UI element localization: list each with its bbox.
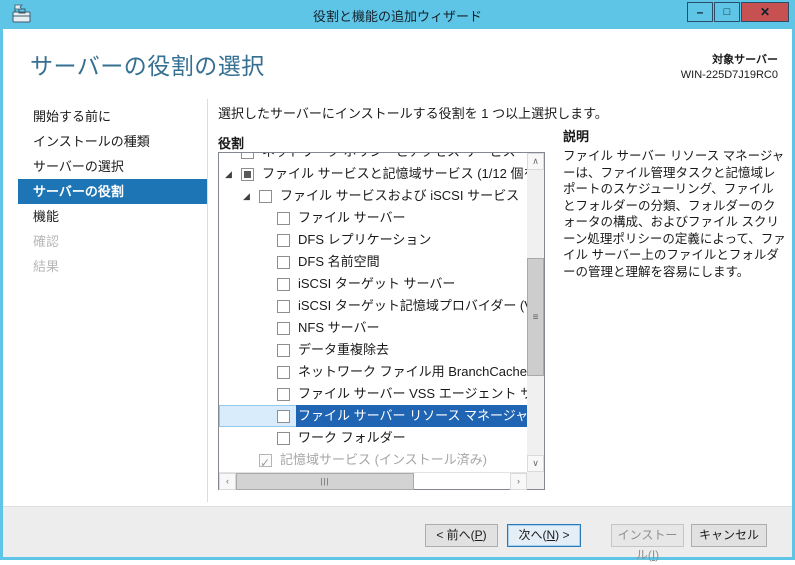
tree-item-label: データ重複除去 <box>296 339 391 361</box>
checkbox[interactable] <box>277 388 290 401</box>
next-button[interactable]: 次へ(N) > <box>507 524 581 547</box>
horizontal-scrollbar-thumb[interactable]: ||| <box>236 473 414 490</box>
wizard-body: サーバーの役割の選択 対象サーバー WIN-225D7J19RC0 開始する前に… <box>3 29 792 557</box>
tree-item-label: DFS レプリケーション <box>296 229 433 251</box>
tree-item[interactable]: NFS サーバー <box>219 317 527 339</box>
cancel-button[interactable]: キャンセル <box>691 524 767 547</box>
tree-item[interactable]: iSCSI ターゲット サーバー <box>219 273 527 295</box>
roles-tree-listbox: ネットワーク ポリシーとアクセス サービス◢ファイル サービスと記憶域サービス … <box>218 152 545 490</box>
tree-item-label: ファイル サービスおよび iSCSI サービス <box>278 185 521 207</box>
tree-item-label: iSCSI ターゲット記憶域プロバイダー (VDS およ <box>296 295 527 317</box>
checkbox[interactable] <box>277 322 290 335</box>
tree-item-label: ファイル サーバー リソース マネージャー <box>296 405 527 427</box>
target-server-block: 対象サーバー WIN-225D7J19RC0 <box>681 51 778 81</box>
maximize-button[interactable]: □ <box>714 2 740 22</box>
checkbox[interactable] <box>241 168 254 181</box>
tree-item-label: 記憶域サービス (インストール済み) <box>278 449 489 471</box>
tree-item[interactable]: ネットワーク ファイル用 BranchCache <box>219 361 527 383</box>
checkbox[interactable] <box>277 432 290 445</box>
expander-icon[interactable]: ◢ <box>243 185 259 207</box>
tree-item[interactable]: DFS 名前空間 <box>219 251 527 273</box>
tree-item[interactable]: データ重複除去 <box>219 339 527 361</box>
sidebar-item-server-roles[interactable]: サーバーの役割 <box>18 179 208 204</box>
tree-item-label: ファイル サーバー <box>296 207 407 229</box>
page-title: サーバーの役割の選択 <box>30 47 265 81</box>
tree-item-label: ネットワーク ファイル用 BranchCache <box>296 361 527 383</box>
back-button[interactable]: < 前へ(P) <box>425 524 498 547</box>
tree-item[interactable]: DFS レプリケーション <box>219 229 527 251</box>
window-title: 役割と機能の追加ウィザード <box>0 6 795 25</box>
tree-item-label: ネットワーク ポリシーとアクセス サービス <box>260 153 518 163</box>
scroll-right-button[interactable]: › <box>510 473 527 490</box>
tree-item[interactable]: ◢ ファイル サービスと記憶域サービス (1/12 個をインストー <box>219 163 527 185</box>
tree-item[interactable]: ファイル サーバー VSS エージェント サービス <box>219 383 527 405</box>
checkbox[interactable] <box>277 344 290 357</box>
description-text: ファイル サーバー リソース マネージャーは、ファイル管理タスクと記憶域レポート… <box>563 148 786 280</box>
tree-item[interactable]: iSCSI ターゲット記憶域プロバイダー (VDS およ <box>219 295 527 317</box>
sidebar-item-server-selection[interactable]: サーバーの選択 <box>18 154 208 179</box>
wizard-steps-nav: 開始する前にインストールの種類サーバーの選択サーバーの役割機能確認結果 <box>18 104 208 279</box>
checkbox[interactable] <box>259 454 272 467</box>
scrollbar-corner <box>527 472 544 489</box>
close-button[interactable]: ✕ <box>741 2 789 22</box>
target-server-name: WIN-225D7J19RC0 <box>681 69 778 81</box>
wizard-window: 役割と機能の追加ウィザード – □ ✕ サーバーの役割の選択 対象サーバー WI… <box>0 0 795 560</box>
tree-item-label: ファイル サーバー VSS エージェント サービス <box>296 383 527 405</box>
horizontal-scrollbar[interactable]: ‹ ||| › <box>219 472 527 489</box>
tree-item-label: ワーク フォルダー <box>296 427 408 449</box>
checkbox[interactable] <box>277 212 290 225</box>
install-button[interactable]: インストール(I) <box>611 524 684 547</box>
checkbox[interactable] <box>277 410 290 423</box>
vertical-scrollbar-thumb[interactable]: ≡ <box>527 258 544 376</box>
sidebar-item-results: 結果 <box>18 254 208 279</box>
tree-item-label: DFS 名前空間 <box>296 251 382 273</box>
sidebar-item-install-type[interactable]: インストールの種類 <box>18 129 208 154</box>
scroll-left-button[interactable]: ‹ <box>219 473 236 490</box>
tree-item[interactable]: ファイル サーバー <box>219 207 527 229</box>
tree-item[interactable]: ◢ ファイル サービスおよび iSCSI サービス <box>219 185 527 207</box>
checkbox[interactable] <box>277 278 290 291</box>
roles-label: 役割 <box>218 133 244 152</box>
tree-item[interactable]: 記憶域サービス (インストール済み) <box>219 449 527 471</box>
checkbox[interactable] <box>277 300 290 313</box>
sidebar-item-before-begin[interactable]: 開始する前に <box>18 104 208 129</box>
expander-icon[interactable]: ◢ <box>225 163 241 185</box>
checkbox[interactable] <box>277 234 290 247</box>
checkbox[interactable] <box>277 366 290 379</box>
tree-item-label: iSCSI ターゲット サーバー <box>296 273 457 295</box>
tree-item[interactable]: ネットワーク ポリシーとアクセス サービス <box>219 153 527 163</box>
checkbox[interactable] <box>277 256 290 269</box>
checkbox[interactable] <box>259 190 272 203</box>
sidebar-item-features[interactable]: 機能 <box>18 204 208 229</box>
tree-item[interactable]: ワーク フォルダー <box>219 427 527 449</box>
minimize-button[interactable]: – <box>687 2 713 22</box>
title-bar[interactable]: 役割と機能の追加ウィザード – □ ✕ <box>0 0 795 29</box>
instruction-text: 選択したサーバーにインストールする役割を 1 つ以上選択します。 <box>218 103 608 122</box>
tree-item-label: ファイル サービスと記憶域サービス (1/12 個をインストー <box>260 163 527 185</box>
vertical-scrollbar[interactable]: ∧ ≡ ∨ <box>527 153 544 472</box>
sidebar-item-confirmation: 確認 <box>18 229 208 254</box>
nav-divider <box>207 99 208 502</box>
tree-item[interactable]: ファイル サーバー リソース マネージャー <box>219 405 527 427</box>
checkbox[interactable] <box>241 153 254 159</box>
roles-tree: ネットワーク ポリシーとアクセス サービス◢ファイル サービスと記憶域サービス … <box>219 153 527 472</box>
target-server-label: 対象サーバー <box>681 51 778 67</box>
description-heading: 説明 <box>563 126 589 145</box>
scroll-up-button[interactable]: ∧ <box>527 153 544 170</box>
wizard-footer: < 前へ(P) 次へ(N) > インストール(I) キャンセル <box>3 506 792 557</box>
tree-item-label: NFS サーバー <box>296 317 381 339</box>
scroll-down-button[interactable]: ∨ <box>527 455 544 472</box>
